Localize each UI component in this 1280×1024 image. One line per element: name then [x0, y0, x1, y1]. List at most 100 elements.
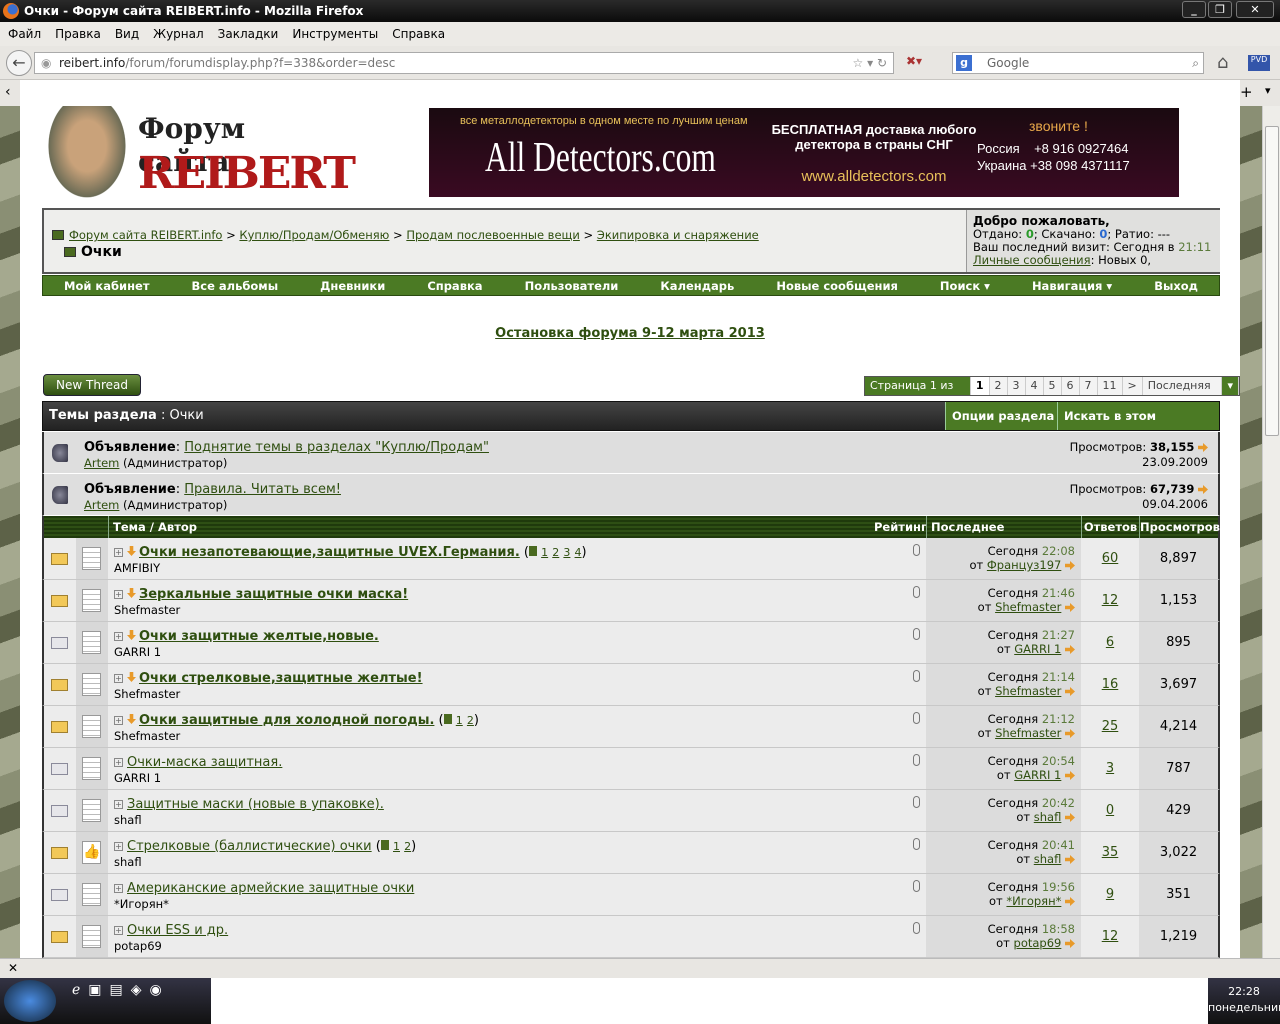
- go-arrow-icon[interactable]: [1198, 443, 1208, 452]
- scroll-tabs-left-icon[interactable]: ‹: [5, 84, 11, 100]
- reload-icon[interactable]: ↻: [877, 56, 887, 70]
- page-jump-menu[interactable]: ▾: [1222, 377, 1239, 395]
- page-last[interactable]: Последняя »: [1142, 377, 1223, 410]
- replies-link[interactable]: 9: [1106, 887, 1114, 902]
- close-button[interactable]: ✕: [1236, 1, 1274, 18]
- thread-title-link[interactable]: Зеркальные защитные очки маска!: [139, 587, 408, 602]
- last-poster-link[interactable]: GARRI 1: [1014, 642, 1061, 656]
- page-link[interactable]: 11: [1097, 377, 1123, 395]
- announcement-link[interactable]: Правила. Читать всем!: [184, 482, 341, 497]
- forum-notice-link[interactable]: Остановка форума 9-12 марта 2013: [495, 326, 765, 341]
- maximize-button[interactable]: ❐: [1208, 1, 1232, 18]
- menu-history[interactable]: Журнал: [153, 27, 204, 41]
- thread-title-link[interactable]: Очки защитные желтые,новые.: [139, 629, 379, 644]
- expand-icon[interactable]: +: [114, 884, 123, 893]
- thread-page-link[interactable]: 4: [575, 546, 582, 559]
- replies-link[interactable]: 12: [1102, 929, 1119, 944]
- replies-link[interactable]: 3: [1106, 761, 1114, 776]
- nav-calendar[interactable]: Календарь: [660, 279, 734, 293]
- last-poster-link[interactable]: shafl: [1034, 810, 1062, 824]
- page-link[interactable]: 3: [1007, 377, 1026, 395]
- col-rating[interactable]: Рейтинг: [874, 516, 927, 538]
- go-last-post-icon[interactable]: [1065, 645, 1075, 654]
- scrollbar-thumb[interactable]: [1265, 126, 1279, 436]
- home-icon[interactable]: ⌂: [1217, 52, 1228, 73]
- expand-icon[interactable]: +: [114, 758, 123, 767]
- nav-my-cabinet[interactable]: Мой кабинет: [64, 279, 149, 293]
- thread-title-link[interactable]: Очки незапотевающие,защитные UVEX.Герман…: [139, 545, 520, 560]
- search-forum-button[interactable]: Искать в этом разделе ▾: [1057, 402, 1219, 451]
- go-last-post-icon[interactable]: [1065, 939, 1075, 948]
- replies-link[interactable]: 12: [1102, 593, 1119, 608]
- thread-page-link[interactable]: 2: [404, 840, 411, 853]
- thread-title-link[interactable]: Очки стрелковые,защитные желтые!: [139, 671, 423, 686]
- go-last-post-icon[interactable]: [1065, 855, 1075, 864]
- thread-title-link[interactable]: Очки защитные для холодной погоды.: [139, 713, 434, 728]
- tab-list-icon[interactable]: ▾: [1265, 84, 1271, 97]
- last-poster-link[interactable]: *Игорян*: [1006, 894, 1061, 908]
- nav-albums[interactable]: Все альбомы: [192, 279, 279, 293]
- go-last-post-icon[interactable]: [1065, 603, 1075, 612]
- quicklaunch-icons[interactable]: ℯ▣▤◈◉: [72, 982, 170, 998]
- start-button[interactable]: [4, 980, 56, 1022]
- nav-diaries[interactable]: Дневники: [320, 279, 385, 293]
- col-replies[interactable]: Ответов: [1081, 516, 1139, 538]
- breadcrumb-postwar[interactable]: Продам послевоенные вещи: [406, 228, 580, 242]
- go-last-post-icon[interactable]: [1065, 771, 1075, 780]
- menu-tools[interactable]: Инструменты: [292, 27, 378, 41]
- search-icon[interactable]: ⌕: [1192, 53, 1199, 73]
- breadcrumb-equipment[interactable]: Экипировка и снаряжение: [597, 228, 759, 242]
- last-poster-link[interactable]: shafl: [1034, 852, 1062, 866]
- breadcrumb-home[interactable]: Форум сайта REIBERT.info: [69, 228, 222, 242]
- expand-icon[interactable]: +: [114, 548, 123, 557]
- announcement-author[interactable]: Artem: [84, 456, 119, 470]
- last-poster-link[interactable]: potap69: [1014, 936, 1062, 950]
- go-last-post-icon[interactable]: [1065, 813, 1075, 822]
- forum-logo[interactable]: Форум сайта REIBERT: [42, 106, 356, 206]
- thread-title-link[interactable]: Очки ESS и др.: [127, 923, 228, 938]
- pvd-icon[interactable]: PVD: [1248, 55, 1270, 71]
- nav-navigation[interactable]: Навигация ▾: [1032, 279, 1112, 293]
- replies-link[interactable]: 6: [1106, 635, 1114, 650]
- page-link[interactable]: 5: [1043, 377, 1062, 395]
- page-next[interactable]: >: [1122, 377, 1143, 395]
- new-tab-icon[interactable]: +: [1240, 83, 1253, 101]
- dropdown-icon[interactable]: ▾: [867, 56, 873, 70]
- minimize-button[interactable]: _: [1182, 1, 1206, 18]
- vertical-scrollbar[interactable]: [1262, 106, 1280, 958]
- thread-title-link[interactable]: Стрелковые (баллистические) очки: [127, 839, 372, 854]
- thread-title-link[interactable]: Очки-маска защитная.: [127, 755, 282, 770]
- menu-help[interactable]: Справка: [392, 27, 445, 41]
- go-last-post-icon[interactable]: [1065, 687, 1075, 696]
- menu-file[interactable]: Файл: [8, 27, 41, 41]
- address-bar[interactable]: ◉ reibert.info/forum/forumdisplay.php?f=3…: [34, 52, 894, 74]
- replies-link[interactable]: 16: [1102, 677, 1119, 692]
- expand-icon[interactable]: +: [114, 926, 123, 935]
- breadcrumb-buy-sell[interactable]: Куплю/Продам/Обменяю: [239, 228, 389, 242]
- star-icon[interactable]: ☆: [852, 56, 863, 70]
- expand-icon[interactable]: +: [114, 800, 123, 809]
- expand-icon[interactable]: +: [114, 842, 123, 851]
- expand-icon[interactable]: +: [114, 674, 123, 683]
- menu-edit[interactable]: Правка: [55, 27, 101, 41]
- first-unread-icon[interactable]: [127, 588, 136, 598]
- first-unread-icon[interactable]: [127, 714, 136, 724]
- thread-title-link[interactable]: Американские армейские защитные очки: [127, 881, 414, 896]
- replies-link[interactable]: 0: [1106, 803, 1114, 818]
- addon-icon[interactable]: ✖▾: [906, 54, 922, 68]
- go-last-post-icon[interactable]: [1065, 729, 1075, 738]
- first-unread-icon[interactable]: [127, 672, 136, 682]
- nav-search[interactable]: Поиск ▾: [940, 279, 990, 293]
- search-input[interactable]: g Google ⌕: [952, 52, 1204, 74]
- thread-title-link[interactable]: Защитные маски (новые в упаковке).: [127, 797, 384, 812]
- page-link[interactable]: 6: [1061, 377, 1080, 395]
- nav-new-posts[interactable]: Новые сообщения: [776, 279, 898, 293]
- ad-banner[interactable]: все металлодетекторы в одном месте по лу…: [429, 108, 1179, 197]
- thread-page-link[interactable]: 2: [552, 546, 559, 559]
- page-link[interactable]: 4: [1025, 377, 1044, 395]
- thread-page-link[interactable]: 1: [393, 840, 400, 853]
- new-thread-button[interactable]: New Thread: [43, 374, 141, 396]
- go-last-post-icon[interactable]: [1065, 561, 1075, 570]
- expand-icon[interactable]: +: [114, 632, 123, 641]
- replies-link[interactable]: 60: [1102, 551, 1119, 566]
